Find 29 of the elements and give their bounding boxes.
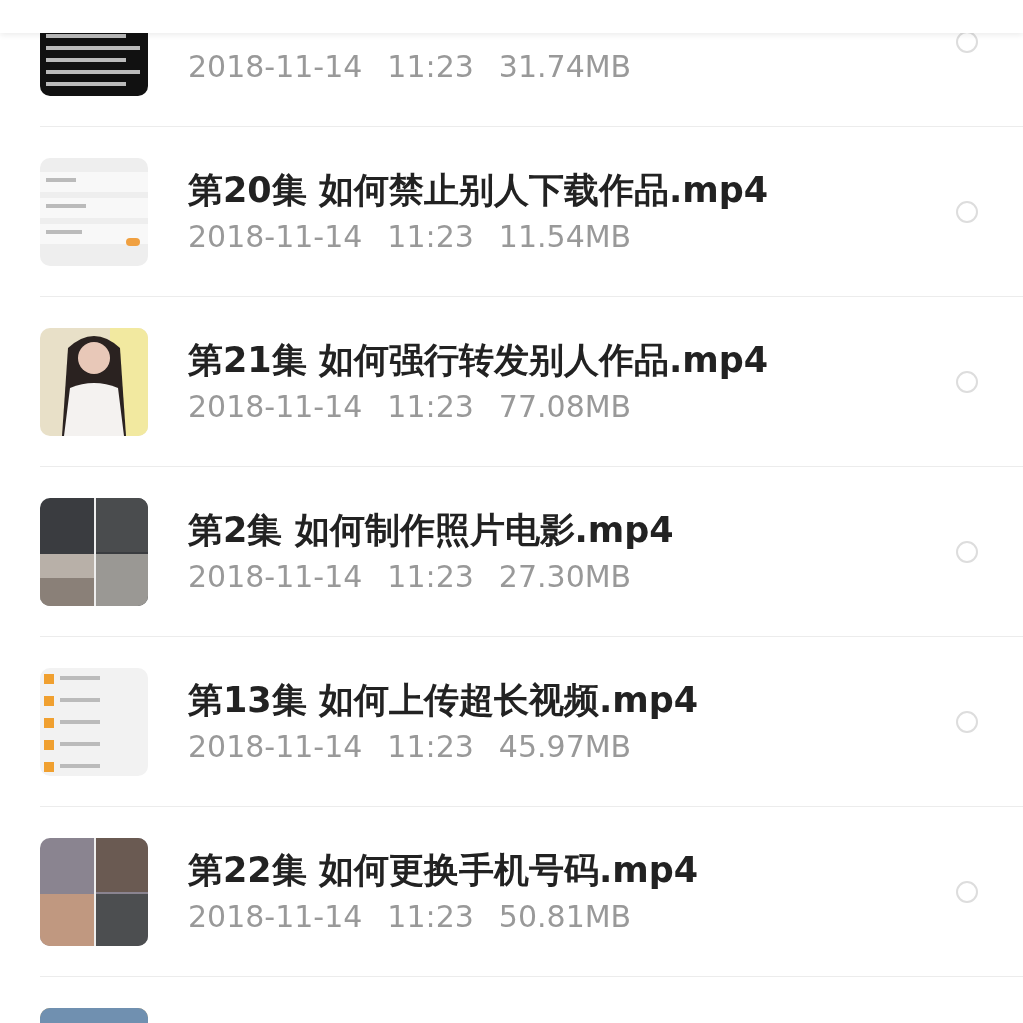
file-date: 2018-11-14 <box>188 727 363 766</box>
file-date: 2018-11-14 <box>188 387 363 426</box>
file-date: 2018-11-14 <box>188 897 363 936</box>
file-name: 第13集 如何上传超长视频.mp4 <box>188 678 700 722</box>
select-radio[interactable] <box>956 200 978 223</box>
file-name: 第22集 如何更换手机号码.mp4 <box>188 848 700 892</box>
file-time: 11:23 <box>387 727 474 766</box>
file-size: 31.74MB <box>498 47 632 86</box>
file-size: 50.81MB <box>498 897 632 936</box>
file-size: 77.08MB <box>498 387 632 426</box>
file-date: 2018-11-14 <box>188 557 363 596</box>
file-name: 第21集 如何强行转发别人作品.mp4 <box>188 338 770 382</box>
file-time: 11:23 <box>387 217 474 256</box>
file-time: 11:23 <box>387 557 474 596</box>
file-date: 2018-11-14 <box>188 217 363 256</box>
select-radio[interactable] <box>956 370 978 393</box>
file-size: 11.54MB <box>498 217 632 256</box>
file-name: 第2集 如何制作照片电影.mp4 <box>188 508 675 552</box>
select-radio[interactable] <box>956 880 978 903</box>
file-size: 45.97MB <box>498 727 632 766</box>
file-date: 2018-11-14 <box>188 47 363 86</box>
select-radio[interactable] <box>956 710 978 733</box>
select-radio[interactable] <box>956 540 978 563</box>
file-time: 11:23 <box>387 387 474 426</box>
file-name: 第20集 如何禁止别人下载作品.mp4 <box>188 168 770 212</box>
file-time: 11:23 <box>387 897 474 936</box>
select-radio[interactable] <box>956 30 978 53</box>
file-size: 27.30MB <box>498 557 632 596</box>
file-time: 11:23 <box>387 47 474 86</box>
